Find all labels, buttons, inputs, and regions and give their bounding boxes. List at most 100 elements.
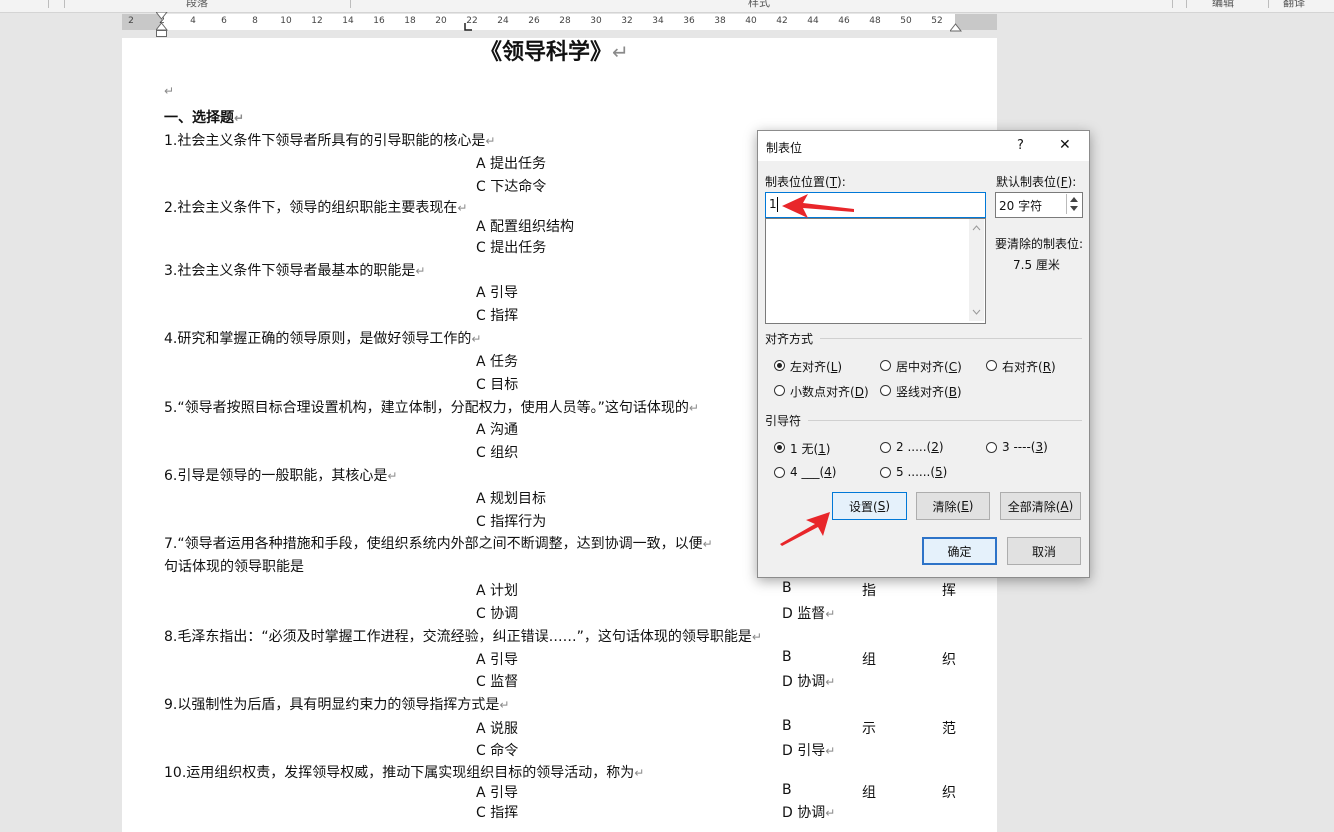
ruler-tick-label: 12 xyxy=(311,16,323,26)
leader-option-label[interactable]: 2 .....(2) xyxy=(896,440,944,454)
question-line: 9.以强制性为后盾，具有明显约束力的领导指挥方式是↵ xyxy=(164,697,510,713)
answer-option: A 引导 xyxy=(476,285,519,301)
answer-option-fragment: 织 xyxy=(942,785,956,801)
ribbon-strip: 段落 样式 编辑 翻译 xyxy=(0,0,1334,13)
document-title: 《领导科学》↵ xyxy=(480,40,629,65)
ribbon-group-editing[interactable]: 编辑 xyxy=(1212,0,1234,10)
answer-option-fragment: 范 xyxy=(942,721,956,737)
list-scrollbar[interactable] xyxy=(969,219,984,321)
leader-radio-4[interactable] xyxy=(774,467,785,478)
ribbon-group-paragraph[interactable]: 段落 xyxy=(186,0,208,10)
ruler-tick-label: 46 xyxy=(838,16,850,26)
alignment-label: 对齐方式 xyxy=(765,332,814,346)
question-line: 4.研究和掌握正确的领导原则，是做好领导工作的↵ xyxy=(164,331,482,347)
set-button[interactable]: 设置(S) xyxy=(832,492,907,520)
ruler-tick-label: 44 xyxy=(807,16,819,26)
leader-option-label[interactable]: 4 ___(4) xyxy=(790,465,836,479)
answer-option-fragment: B xyxy=(782,649,792,665)
ruler-tick-label: 48 xyxy=(869,16,881,26)
ruler-tick-label: 4 xyxy=(190,16,196,26)
ruler-tick-label: 50 xyxy=(900,16,912,26)
ruler-tick-label: 2 xyxy=(128,16,134,26)
leader-radio-3[interactable] xyxy=(986,442,997,453)
answer-option-fragment: 指 xyxy=(862,583,876,599)
ribbon-group-translate[interactable]: 翻译 xyxy=(1283,0,1305,10)
tab-stops-list[interactable] xyxy=(765,218,986,324)
default-tab-label: 默认制表位(F): xyxy=(996,175,1077,189)
default-tab-spinner[interactable]: 20 字符 xyxy=(995,192,1083,218)
spin-down-icon[interactable] xyxy=(1070,206,1078,211)
alignment-radio-b[interactable] xyxy=(880,385,891,396)
clear-all-button[interactable]: 全部清除(A) xyxy=(1000,492,1081,520)
annotation-arrow-icon xyxy=(780,512,830,546)
leader-label: 引导符 xyxy=(765,414,802,428)
question-line: 句话体现的领导职能是 xyxy=(164,559,304,575)
ruler-tick-label: 18 xyxy=(404,16,416,26)
question-line: 3.社会主义条件下领导者最基本的职能是↵ xyxy=(164,263,426,279)
answer-option: C 指挥 xyxy=(476,805,519,821)
tab-stop-marker[interactable] xyxy=(464,23,472,31)
ruler-tick-label: 52 xyxy=(931,16,943,26)
answer-option-fragment: 示 xyxy=(862,721,876,737)
answer-option: C 协调 xyxy=(476,606,519,622)
question-line: 1.社会主义条件下领导者所具有的引导职能的核心是↵ xyxy=(164,133,496,149)
ruler-tick-label: 34 xyxy=(652,16,664,26)
ruler-tick-label: 20 xyxy=(435,16,447,26)
leader-option-label[interactable]: 1 无(1) xyxy=(790,440,830,457)
alignment-option-label[interactable]: 右对齐(R) xyxy=(1002,358,1056,375)
ruler-tick-label: 16 xyxy=(373,16,385,26)
ruler-tick-label: 24 xyxy=(497,16,509,26)
ribbon-group-styles[interactable]: 样式 xyxy=(748,0,770,10)
clear-button[interactable]: 清除(E) xyxy=(916,492,990,520)
ruler-tick-label: 26 xyxy=(528,16,540,26)
answer-option-fragment: 织 xyxy=(942,652,956,668)
alignment-radio-d[interactable] xyxy=(774,385,785,396)
ok-button[interactable]: 确定 xyxy=(922,537,997,565)
ruler-tick-label: 38 xyxy=(714,16,726,26)
answer-option-fragment: 挥 xyxy=(942,583,956,599)
answer-option: A 提出任务 xyxy=(476,156,547,172)
paragraph-mark: ↵ xyxy=(164,84,175,98)
scroll-up-icon[interactable] xyxy=(972,225,981,231)
answer-option: C 监督 xyxy=(476,674,519,690)
alignment-radio-l[interactable] xyxy=(774,360,785,371)
answer-option: A 任务 xyxy=(476,354,519,370)
spin-up-icon[interactable] xyxy=(1070,197,1078,202)
dialog-titlebar[interactable] xyxy=(758,131,1089,161)
ruler-tick-label: 28 xyxy=(559,16,571,26)
dialog-title: 制表位 xyxy=(766,141,803,155)
question-line: 5.“领导者按照目标合理设置机构，建立体制，分配权力，使用人员等。”这句话体现的… xyxy=(164,400,699,416)
leader-option-label[interactable]: 3 ----(3) xyxy=(1002,440,1048,454)
answer-option-fragment: B xyxy=(782,782,792,798)
alignment-option-label[interactable]: 竖线对齐(B) xyxy=(896,383,962,400)
default-tab-value: 20 字符 xyxy=(999,199,1043,213)
question-line: 7.“领导者运用各种措施和手段，使组织系统内外部之间不断调整，达到协调一致，以便… xyxy=(164,536,713,552)
leader-radio-5[interactable] xyxy=(880,467,891,478)
answer-option: A 规划目标 xyxy=(476,491,547,507)
ruler-tick-label: 36 xyxy=(683,16,695,26)
ruler-tick-label: 6 xyxy=(221,16,227,26)
alignment-option-label[interactable]: 左对齐(L) xyxy=(790,358,842,375)
leader-radio-1[interactable] xyxy=(774,442,785,453)
scroll-down-icon[interactable] xyxy=(972,309,981,315)
leader-option-label[interactable]: 5 ......(5) xyxy=(896,465,947,479)
answer-option: A 引导 xyxy=(476,652,519,668)
first-line-indent-marker[interactable] xyxy=(156,12,168,38)
ruler-tick-label: 30 xyxy=(590,16,602,26)
help-button[interactable]: ? xyxy=(1017,138,1024,153)
answer-option: A 说服 xyxy=(476,721,519,737)
alignment-option-label[interactable]: 居中对齐(C) xyxy=(896,358,962,375)
ruler-tick-label: 14 xyxy=(342,16,354,26)
answer-option: C 指挥 xyxy=(476,308,519,324)
alignment-radio-r[interactable] xyxy=(986,360,997,371)
alignment-radio-c[interactable] xyxy=(880,360,891,371)
alignment-divider xyxy=(820,338,1082,339)
spinner-buttons[interactable] xyxy=(1066,194,1081,214)
right-indent-marker[interactable] xyxy=(950,22,962,32)
alignment-option-label[interactable]: 小数点对齐(D) xyxy=(790,383,869,400)
ruler-tick-label: 10 xyxy=(280,16,292,26)
close-icon[interactable]: ✕ xyxy=(1059,137,1071,153)
horizontal-ruler[interactable]: 2 2 4 6 8 10 12 14 16 18 20 22 24 26 28 30 32 34 36 38 40 42 4… xyxy=(122,12,997,37)
leader-radio-2[interactable] xyxy=(880,442,891,453)
cancel-button[interactable]: 取消 xyxy=(1007,537,1081,565)
